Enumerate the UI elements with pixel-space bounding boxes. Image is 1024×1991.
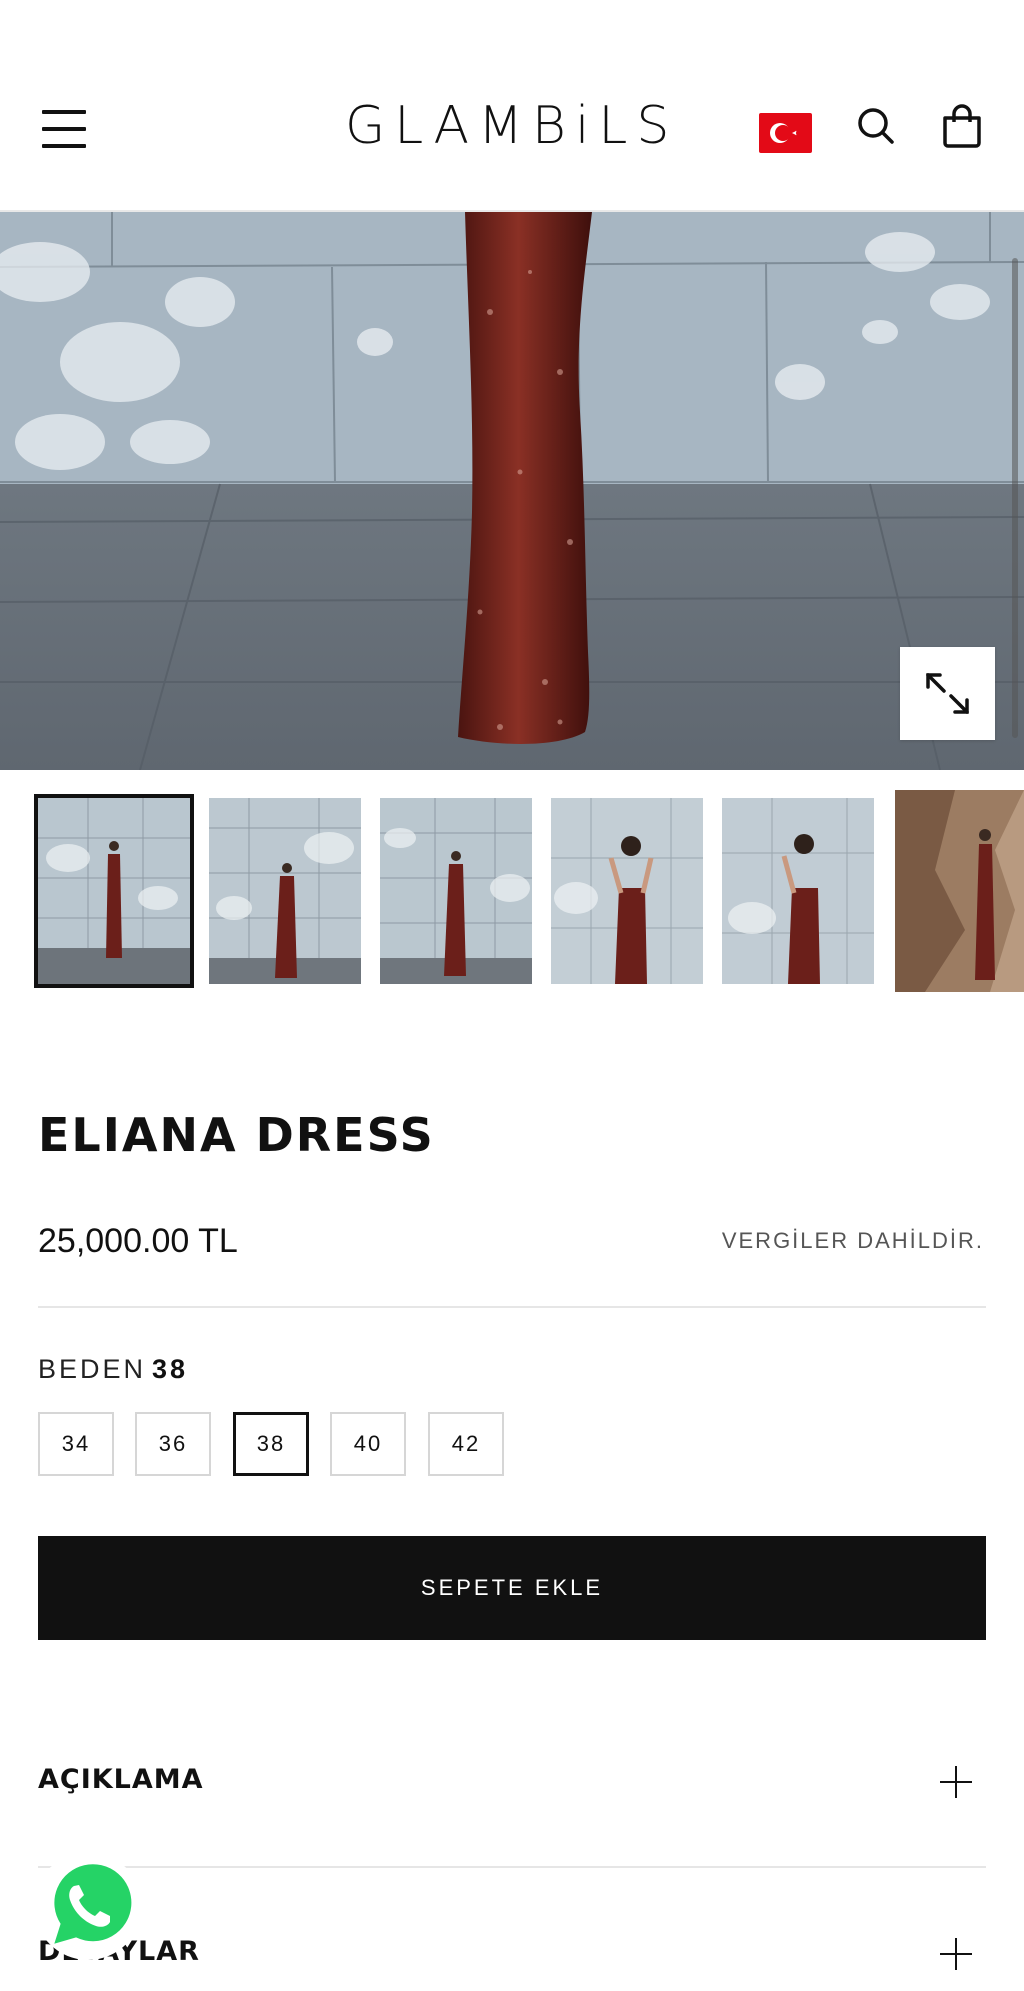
whatsapp-icon[interactable] <box>32 1850 144 1962</box>
size-option-38[interactable]: 38 <box>233 1412 309 1476</box>
size-label: BEDEN 38 <box>38 1354 188 1385</box>
plus-icon[interactable] <box>940 1766 972 1798</box>
divider <box>38 1866 986 1868</box>
hamburger-menu-icon[interactable] <box>36 104 92 154</box>
tax-note: VERGİLER DAHİLDİR. <box>721 1228 984 1253</box>
add-to-cart-button[interactable]: SEPETE EKLE <box>38 1536 986 1640</box>
turkey-flag-icon[interactable] <box>759 113 812 153</box>
plus-icon[interactable] <box>940 1938 972 1970</box>
product-main-image[interactable] <box>0 212 1024 770</box>
accordion-description-title[interactable]: AÇIKLAMA <box>38 1764 204 1795</box>
product-price: 25,000.00 TL <box>38 1222 238 1260</box>
thumbnail-4[interactable] <box>551 798 703 984</box>
logo-text: GLAMBiLS <box>345 96 679 156</box>
size-label-text: BEDEN <box>38 1354 147 1384</box>
site-header: GLAMBiLS <box>0 0 1024 212</box>
gallery-scrollbar[interactable] <box>1012 258 1018 738</box>
size-option-34[interactable]: 34 <box>38 1412 114 1476</box>
thumbnail-5[interactable] <box>722 798 874 984</box>
thumbnail-3[interactable] <box>380 798 532 984</box>
thumbnail-2[interactable] <box>209 798 361 984</box>
size-option-36[interactable]: 36 <box>135 1412 211 1476</box>
selected-size-value: 38 <box>152 1354 189 1384</box>
thumbnail-1[interactable] <box>34 794 194 988</box>
shopping-bag-icon[interactable] <box>941 104 983 148</box>
search-icon[interactable] <box>856 106 896 146</box>
thumbnail-strip <box>34 790 1024 995</box>
expand-icon[interactable] <box>900 647 995 740</box>
size-option-42[interactable]: 42 <box>428 1412 504 1476</box>
thumbnail-6[interactable] <box>895 790 1024 992</box>
brand-logo[interactable]: GLAMBiLS <box>345 94 679 158</box>
size-option-40[interactable]: 40 <box>330 1412 406 1476</box>
divider <box>38 1306 986 1308</box>
product-title: ELIANA DRESS <box>38 1108 435 1162</box>
